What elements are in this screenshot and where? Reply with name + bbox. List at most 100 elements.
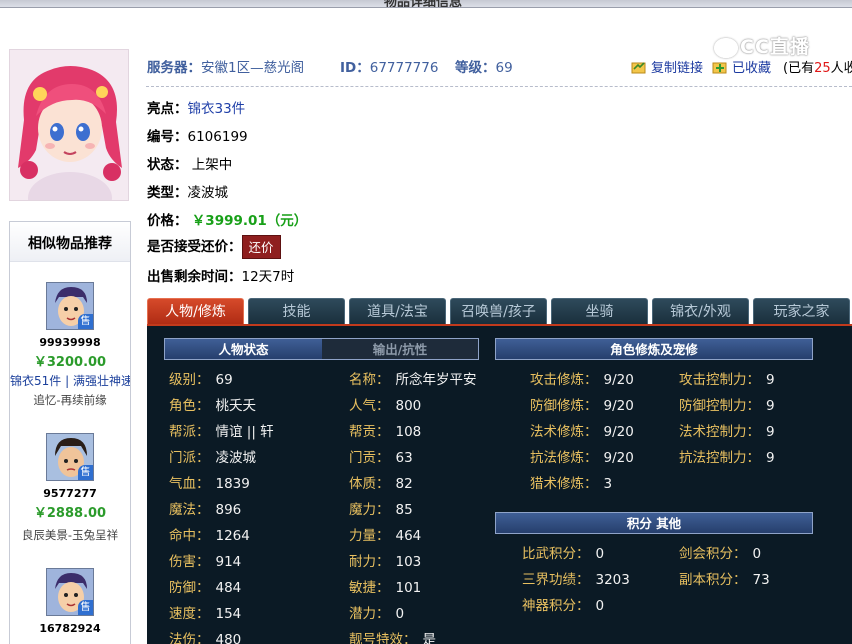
recommendation-thumbnail[interactable]: 售: [46, 433, 94, 481]
watermark-text: CC直播: [740, 36, 810, 58]
cultivation-item-label: 抗法修炼：: [530, 450, 598, 466]
cultivation-item: 猎术修炼： 3: [530, 472, 612, 492]
points-item: 比武积分： 0: [522, 542, 604, 562]
stat-item-label: 力量：: [349, 528, 390, 544]
stat-item-value: 1264: [215, 528, 250, 544]
stat-item-value: 484: [215, 580, 242, 596]
recommendation-highlight[interactable]: 锦衣51件 | 满强壮神速: [10, 372, 130, 389]
points-section-header: 积分 其他: [495, 512, 813, 534]
stat-item-label: 帮贡：: [349, 424, 390, 440]
stat-item-value: 1839: [215, 476, 250, 492]
stat-item-label: 魔力：: [349, 502, 390, 518]
stat-item-value: 69: [215, 372, 233, 388]
recommendation-item[interactable]: 售 99939998 ￥3200.00 锦衣51件 | 满强壮神速 追忆-再续前…: [10, 282, 130, 408]
type-value: 凌波城: [187, 185, 229, 201]
tab-char-status[interactable]: 人物状态: [165, 339, 322, 359]
recommendation-thumbnail[interactable]: 售: [46, 568, 94, 616]
stat-item-label: 速度：: [169, 606, 210, 622]
stat-item-value: 480: [215, 632, 242, 644]
recommendation-price: ￥2888.00: [33, 506, 107, 521]
header-title: 物品详细信息: [384, 0, 463, 8]
tab-home[interactable]: 玩家之家: [753, 298, 850, 324]
highlight-row: 亮点：锦衣33件: [147, 97, 245, 117]
cultivation-item-value: 9/20: [603, 398, 634, 414]
favorite-prefix: (已有: [783, 61, 815, 76]
cultivation-item-label: 猎术修炼：: [530, 476, 598, 492]
cultivation-item-value: 9/20: [603, 450, 634, 466]
stat-item: 命中： 1264: [169, 524, 250, 544]
stat-item-value: 凌波城: [215, 450, 257, 466]
recommendation-item[interactable]: 售 16782924: [10, 568, 130, 635]
recommendation-id: 16782924: [39, 622, 101, 635]
stat-item: 耐力： 103: [349, 550, 421, 570]
stat-item-label: 潜力：: [349, 606, 390, 622]
points-item-value: 3203: [595, 572, 630, 588]
sell-badge-icon: 售: [78, 314, 93, 329]
stat-item: 力量： 464: [349, 524, 421, 544]
id-value: 67777776: [369, 60, 439, 76]
recommendation-thumbnail[interactable]: 售: [46, 282, 94, 330]
stat-item-value: 是: [422, 632, 437, 644]
status-section-header: 人物状态 输出/抗性: [164, 338, 479, 360]
tab-mounts[interactable]: 坐骑: [551, 298, 648, 324]
cultivation-item: 攻击修炼： 9/20: [530, 368, 634, 388]
stat-item: 级别： 69: [169, 368, 233, 388]
tab-character[interactable]: 人物/修炼: [147, 298, 244, 324]
tab-pets[interactable]: 召唤兽/孩子: [450, 298, 547, 324]
cultivation-item: 法术修炼： 9/20: [530, 420, 634, 440]
character-portrait: [9, 49, 129, 201]
favorite-button[interactable]: 已收藏: [712, 57, 771, 76]
recommendation-server: 追忆-再续前缘: [33, 393, 107, 407]
stat-item: 敏捷： 101: [349, 576, 421, 596]
copy-link-icon: [631, 62, 646, 74]
stat-item: 魔法： 896: [169, 498, 241, 518]
copy-link-button[interactable]: 复制链接: [631, 57, 703, 76]
stat-item: 门派： 凌波城: [169, 446, 256, 466]
pet-control-item-label: 防御控制力：: [679, 398, 760, 414]
points-item-label: 副本积分：: [679, 572, 747, 588]
tab-output-resist[interactable]: 输出/抗性: [322, 339, 478, 359]
status-row: 状态： 上架中: [147, 153, 232, 173]
stat-item-label: 魔法：: [169, 502, 210, 518]
points-item-value: 0: [595, 546, 605, 562]
stat-item-value: 896: [215, 502, 242, 518]
stat-item-label: 敏捷：: [349, 580, 390, 596]
similar-items-sidebar: 相似物品推荐 售 99939998 ￥3200.00 锦衣51件 | 满强壮神速…: [9, 221, 131, 644]
stat-item: 名称： 所念年岁平安: [349, 368, 477, 388]
stat-item-value: 108: [395, 424, 422, 440]
level-label: 等级：: [455, 60, 496, 76]
stat-item-label: 防御：: [169, 580, 210, 596]
haggle-button[interactable]: 还价: [241, 235, 281, 259]
pet-control-item-label: 抗法控制力：: [679, 450, 760, 466]
page-root: 物品详细信息 CC直播 服务器：安徽1区—慈光阁 ID：67777776 等级：…: [0, 0, 852, 644]
number-label: 编号：: [147, 129, 188, 145]
server-info: 服务器：安徽1区—慈光阁: [147, 56, 304, 76]
stat-item: 帮派： 情谊 || 轩: [169, 420, 274, 440]
cultivation-item-value: 9/20: [603, 372, 634, 388]
stat-item-label: 体质：: [349, 476, 390, 492]
cultivation-item: 抗法修炼： 9/20: [530, 446, 634, 466]
info-divider: [146, 86, 852, 87]
stat-item-value: 914: [215, 554, 242, 570]
detail-tabs: 人物/修炼 技能 道具/法宝 召唤兽/孩子 坐骑 锦衣/外观 玩家之家: [147, 296, 852, 324]
character-portrait-image: [10, 50, 128, 200]
pet-control-item-value: 9: [766, 398, 775, 414]
points-item-value: 73: [752, 572, 770, 588]
stat-item-label: 人气：: [349, 398, 390, 414]
tab-skills[interactable]: 技能: [248, 298, 345, 324]
recommendation-item[interactable]: 售 9577277 ￥2888.00 良辰美景-玉兔呈祥: [10, 433, 130, 543]
tab-items[interactable]: 道具/法宝: [349, 298, 446, 324]
tab-outfits[interactable]: 锦衣/外观: [652, 298, 749, 324]
remain-label: 出售剩余时间：: [147, 269, 242, 285]
favorite-icon: [712, 62, 727, 74]
stat-item-label: 靓号特效：: [349, 632, 417, 644]
character-panel: 人物状态 输出/抗性 角色修炼及宠修 积分 其他 级别： 69 角色： 桃夭夭 帮派： 情…: [147, 324, 852, 644]
pet-control-item: 攻击控制力： 9: [679, 368, 775, 388]
points-item: 神器积分： 0: [522, 594, 604, 614]
highlight-label: 亮点：: [147, 101, 188, 117]
cultivation-item-label: 防御修炼：: [530, 398, 598, 414]
cultivation-item-label: 法术修炼：: [530, 424, 598, 440]
points-item: 三界功绩： 3203: [522, 568, 630, 588]
cultivation-item-value: 9/20: [603, 424, 634, 440]
pet-control-item-label: 攻击控制力：: [679, 372, 760, 388]
